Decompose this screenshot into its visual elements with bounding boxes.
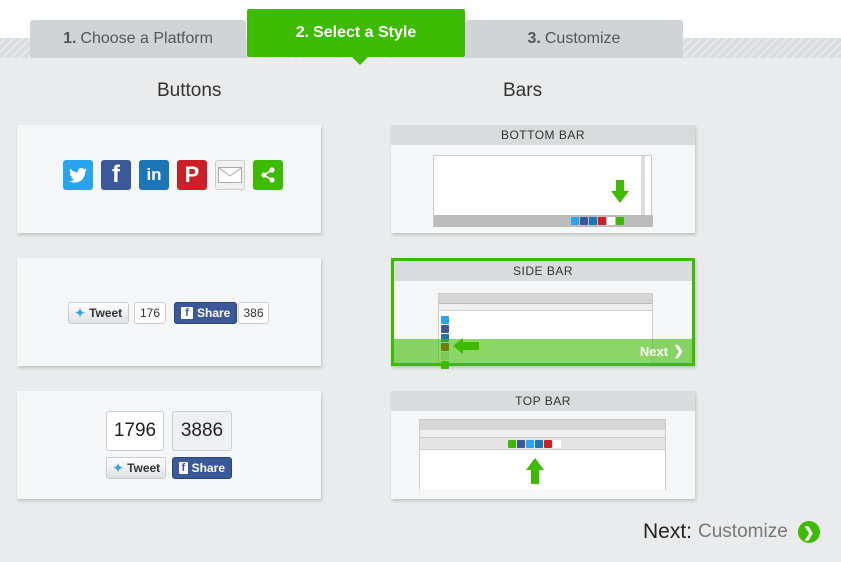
chevron-right-icon: ❯ (673, 343, 684, 358)
top-bar-preview (419, 419, 666, 490)
buttons-heading: Buttons (157, 80, 222, 101)
next-label: Next: (643, 520, 693, 543)
next-sub-label: Customize (698, 521, 788, 542)
twitter-bird-icon: ✦ (113, 461, 124, 475)
share-icon (253, 160, 283, 190)
next-customize-link[interactable]: Next: Customize ❯ (643, 520, 820, 544)
tweet-label: Tweet (89, 306, 123, 320)
facebook-icon: f (101, 160, 131, 190)
tweet-count-large: 1796 (106, 411, 164, 451)
tweet-button: ✦ Tweet (68, 302, 130, 324)
bottom-bar-card[interactable]: BOTTOM BAR (391, 125, 695, 233)
icon-row: f in P (63, 160, 283, 190)
tab-choose-platform[interactable]: 1. Choose a Platform (30, 20, 246, 58)
side-bar-title: SIDE BAR (394, 261, 692, 281)
email-icon (215, 160, 245, 190)
tab-label: Customize (544, 30, 621, 47)
side-bar-next-label: Next (639, 343, 669, 359)
facebook-share-button: f Share (174, 302, 238, 324)
tweet-label: Tweet (127, 461, 161, 475)
bottom-bar-preview (433, 155, 653, 227)
tab-number: 1. (63, 30, 77, 47)
facebook-share-button: f Share (172, 457, 232, 479)
share-count-large: 3886 (172, 411, 232, 451)
top-bar-title: TOP BAR (391, 391, 695, 411)
share-count: 386 (238, 302, 269, 324)
tab-customize[interactable]: 3. Customize (465, 20, 683, 58)
twitter-icon (63, 160, 93, 190)
pinterest-icon: P (177, 160, 207, 190)
tab-select-style[interactable]: 2. Select a Style (247, 9, 465, 65)
bottom-bar-strip (434, 215, 653, 227)
arrow-right-circle-icon: ❯ (797, 521, 820, 543)
arrow-down-icon (611, 180, 629, 203)
facebook-icon: f (179, 462, 188, 474)
twitter-bird-icon: ✦ (75, 306, 86, 320)
tab-number: 3. (527, 30, 541, 47)
tweet-count: 176 (134, 302, 166, 324)
tab-label: Select a Style (313, 24, 417, 41)
facebook-icon: f (181, 307, 193, 319)
tab-number: 2. (295, 24, 310, 41)
bars-heading: Bars (503, 80, 543, 101)
arrow-up-icon (526, 458, 544, 484)
top-bar-card[interactable]: TOP BAR (391, 391, 695, 499)
style-large-counters-card[interactable]: 1796 3886 ✦ Tweet f Share (17, 391, 321, 499)
top-bar-strip (420, 438, 665, 450)
share-label: Share (197, 306, 231, 320)
bottom-bar-title: BOTTOM BAR (391, 125, 695, 145)
linkedin-icon: in (139, 160, 169, 190)
side-bar-card[interactable]: SIDE BAR Next ❯ (391, 258, 695, 369)
tweet-button: ✦ Tweet (106, 457, 166, 479)
share-label: Share (191, 461, 225, 475)
tab-label: Choose a Platform (80, 30, 213, 47)
style-icons-card[interactable]: f in P (17, 125, 321, 233)
style-counters-card[interactable]: ✦ Tweet 176 f Share 386 (17, 258, 321, 366)
side-bar-next-overlay[interactable]: Next ❯ (394, 339, 692, 363)
